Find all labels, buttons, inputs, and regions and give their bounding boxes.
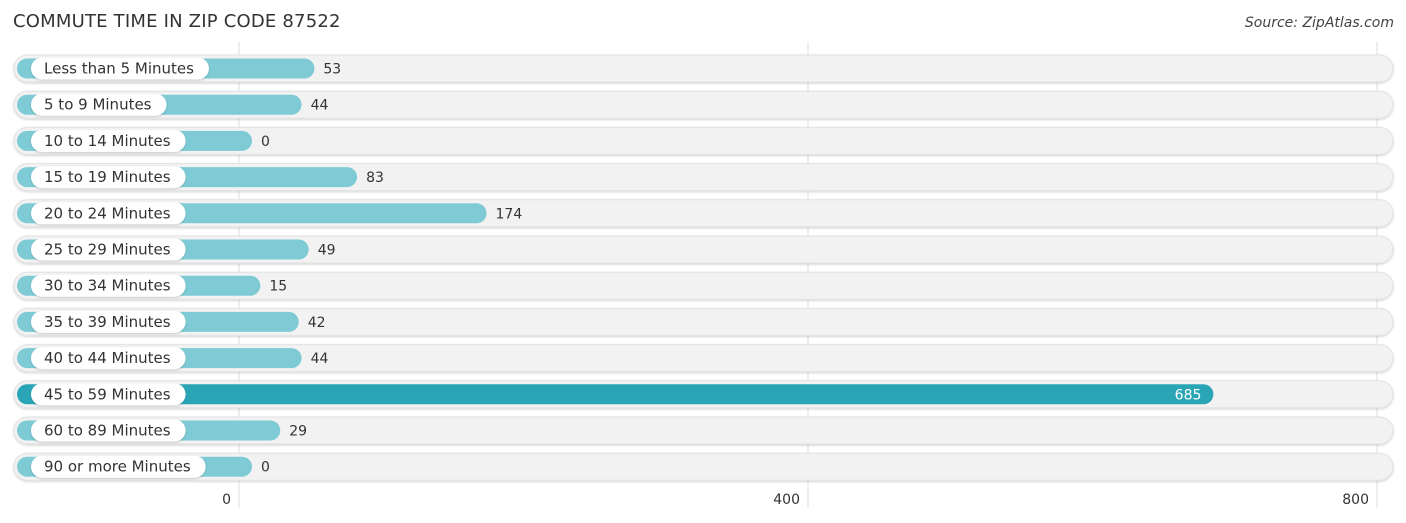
category-label: 60 to 89 Minutes bbox=[44, 422, 171, 440]
category-label: 5 to 9 Minutes bbox=[44, 96, 152, 114]
category-label: 30 to 34 Minutes bbox=[44, 277, 171, 295]
bar-row: Less than 5 Minutes 53 bbox=[13, 54, 1394, 83]
bar-row: 15 to 19 Minutes 83 bbox=[13, 163, 1394, 192]
bar-row: 10 to 14 Minutes 0 bbox=[13, 126, 1394, 155]
bar-chart: Less than 5 Minutes 53 5 to 9 Minutes 44 10 … bbox=[13, 42, 1394, 508]
category-label: 15 to 19 Minutes bbox=[44, 168, 171, 186]
value-label: 29 bbox=[289, 424, 307, 440]
category-label: 45 to 59 Minutes bbox=[44, 385, 171, 403]
bar bbox=[17, 384, 1214, 405]
value-label: 49 bbox=[318, 243, 336, 259]
x-tick-label: 400 bbox=[773, 492, 800, 508]
value-label: 685 bbox=[1175, 387, 1202, 403]
category-label: 90 or more Minutes bbox=[44, 458, 191, 476]
category-label: 25 to 29 Minutes bbox=[44, 241, 171, 259]
value-label: 83 bbox=[366, 170, 384, 186]
bar-row: 60 to 89 Minutes 29 bbox=[13, 416, 1394, 445]
x-tick-label: 800 bbox=[1342, 492, 1369, 508]
bar-row: 45 to 59 Minutes 685 bbox=[13, 380, 1394, 409]
bar-row: 5 to 9 Minutes 44 bbox=[13, 90, 1394, 119]
value-label: 53 bbox=[323, 62, 341, 78]
value-label: 15 bbox=[269, 279, 287, 295]
bar-row: 90 or more Minutes 0 bbox=[13, 452, 1394, 481]
value-label: 0 bbox=[261, 134, 270, 150]
bar-row: 40 to 44 Minutes 44 bbox=[13, 344, 1394, 373]
category-label: 10 to 14 Minutes bbox=[44, 132, 171, 150]
bar-row: 35 to 39 Minutes 42 bbox=[13, 307, 1394, 336]
bar-row: 30 to 34 Minutes 15 bbox=[13, 271, 1394, 300]
value-label: 174 bbox=[496, 206, 523, 222]
value-label: 42 bbox=[308, 315, 326, 331]
bar-row: 20 to 24 Minutes 174 bbox=[13, 199, 1394, 228]
value-label: 44 bbox=[311, 351, 329, 367]
category-label: 35 to 39 Minutes bbox=[44, 313, 171, 331]
x-tick-label: 0 bbox=[222, 492, 231, 508]
category-label: Less than 5 Minutes bbox=[44, 60, 194, 78]
bar-row: 25 to 29 Minutes 49 bbox=[13, 235, 1394, 264]
category-label: 20 to 24 Minutes bbox=[44, 204, 171, 222]
category-label: 40 to 44 Minutes bbox=[44, 349, 171, 367]
value-label: 0 bbox=[261, 460, 270, 476]
value-label: 44 bbox=[311, 98, 329, 114]
